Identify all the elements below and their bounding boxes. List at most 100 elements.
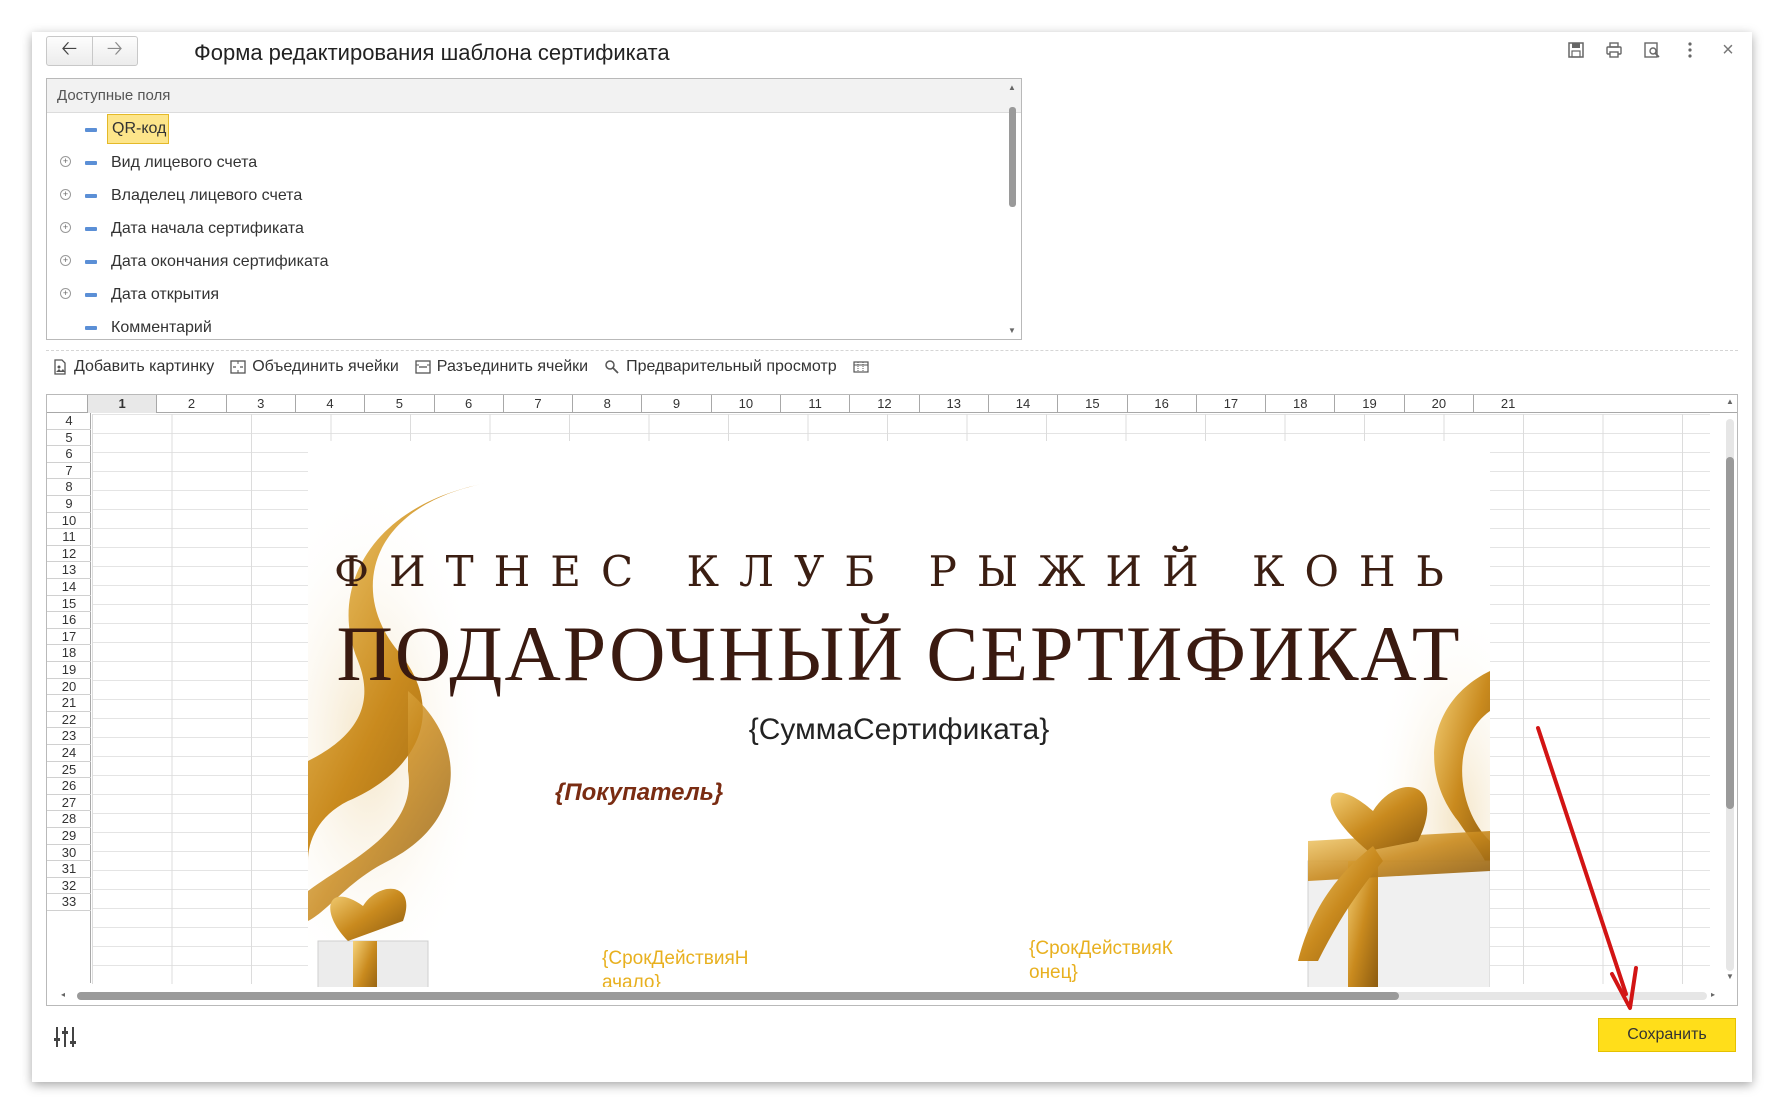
row-header-cell[interactable]: 11 <box>47 529 91 546</box>
fields-scrollbar[interactable]: ▲ ▼ <box>1007 83 1017 335</box>
row-header-cell[interactable]: 8 <box>47 479 91 496</box>
sheet-vertical-scrollbar[interactable]: ▲ ▼ <box>1723 397 1735 981</box>
column-header-cell[interactable]: 1 <box>87 395 157 413</box>
scroll-left-icon[interactable]: ◂ <box>61 990 65 999</box>
close-icon[interactable]: × <box>1718 39 1738 61</box>
row-header-cell[interactable]: 19 <box>47 662 91 679</box>
row-header-cell[interactable]: 28 <box>47 811 91 828</box>
column-header-cell[interactable]: 9 <box>641 395 710 413</box>
column-header-cell[interactable]: 13 <box>918 395 988 413</box>
tree-item[interactable]: + Владелец лицевого счета <box>47 179 1021 212</box>
column-header-cell[interactable]: 3 <box>225 395 295 413</box>
row-header-cell[interactable]: 22 <box>47 712 91 729</box>
section-divider <box>46 350 1738 351</box>
scroll-up-icon[interactable]: ▲ <box>1726 397 1734 406</box>
sheet-horizontal-scrollbar[interactable]: ◂ ▸ <box>61 989 1721 1001</box>
row-header-cell[interactable]: 27 <box>47 795 91 812</box>
scroll-right-icon[interactable]: ▸ <box>1711 990 1715 999</box>
fields-scroll-thumb[interactable] <box>1009 107 1016 207</box>
column-header-cell[interactable]: 6 <box>433 395 503 413</box>
column-header-cell[interactable]: 2 <box>156 395 225 413</box>
column-header-cell[interactable]: 19 <box>1334 395 1403 413</box>
save-button[interactable]: Сохранить <box>1598 1018 1736 1052</box>
add-picture-label: Добавить картинку <box>74 358 215 375</box>
certificate-title: ПОДАРОЧНЫЙ СЕРТИФИКАТ <box>336 610 1462 697</box>
tree-item[interactable]: QR-код <box>47 113 1021 146</box>
column-header-cell[interactable]: 15 <box>1057 395 1126 413</box>
tree-item-label: Комментарий <box>111 319 212 336</box>
expand-plus-icon[interactable]: + <box>60 222 71 233</box>
row-header-cell[interactable]: 25 <box>47 762 91 779</box>
row-header-cell[interactable]: 10 <box>47 513 91 530</box>
column-header-cell[interactable]: 4 <box>294 395 364 413</box>
row-header-cell[interactable]: 32 <box>47 878 91 895</box>
column-header-cell[interactable]: 14 <box>987 395 1057 413</box>
sheet-hscroll-thumb[interactable] <box>77 992 1399 1000</box>
expand-plus-icon[interactable]: + <box>60 156 71 167</box>
add-picture-button[interactable]: Добавить картинку <box>52 358 214 376</box>
row-header-cell[interactable]: 26 <box>47 778 91 795</box>
tree-item[interactable]: + Дата начала сертификата <box>47 212 1021 245</box>
row-header-cell[interactable]: 18 <box>47 645 91 662</box>
row-header-cell[interactable]: 20 <box>47 679 91 696</box>
row-header-cell[interactable]: 5 <box>47 430 91 447</box>
tree-item[interactable]: + Дата открытия <box>47 278 1021 311</box>
column-header-cell[interactable]: 7 <box>502 395 572 413</box>
end-field-line1: {СрокДействияК <box>1029 938 1173 959</box>
column-header-cell[interactable]: 16 <box>1126 395 1196 413</box>
merge-cells-button[interactable]: Объединить ячейки <box>230 358 399 376</box>
row-header-cell[interactable]: 33 <box>47 894 91 911</box>
row-header-cell[interactable]: 14 <box>47 579 91 596</box>
row-header-cell[interactable]: 7 <box>47 463 91 480</box>
scroll-up-icon[interactable]: ▲ <box>1008 83 1016 92</box>
column-header: 1 2 3 4 5 6 7 8 9 10 11 12 13 14 15 16 17 18 19 20 21 <box>47 395 1737 413</box>
window-title: Форма редактирования шаблона сертификата <box>194 40 670 65</box>
row-header-cell[interactable]: 21 <box>47 695 91 712</box>
save-icon[interactable] <box>1566 40 1586 60</box>
column-header-cell[interactable]: 21 <box>1473 395 1542 413</box>
expand-plus-icon[interactable]: + <box>60 189 71 200</box>
expand-plus-icon[interactable]: + <box>60 288 71 299</box>
split-cells-button[interactable]: Разъединить ячейки <box>415 358 588 376</box>
row-header-cell[interactable]: 13 <box>47 562 91 579</box>
column-header-cell[interactable]: 12 <box>849 395 918 413</box>
print-icon[interactable] <box>1604 40 1624 60</box>
sliders-icon[interactable] <box>52 1024 78 1050</box>
row-header-cell[interactable]: 23 <box>47 728 91 745</box>
preview-icon[interactable] <box>1642 40 1662 60</box>
column-header-cell[interactable]: 17 <box>1195 395 1265 413</box>
row-header-cell[interactable]: 29 <box>47 828 91 845</box>
forward-button[interactable]: 🡢 <box>91 37 138 65</box>
row-header-cell[interactable]: 16 <box>47 612 91 629</box>
certificate-image[interactable]: ФИТНЕС КЛУБ РЫЖИЙ КОНЬ ПОДАРОЧНЫЙ СЕРТИФ… <box>308 441 1490 987</box>
template-spreadsheet[interactable]: 1 2 3 4 5 6 7 8 9 10 11 12 13 14 15 16 17 18 19 20 21 456789… <box>46 394 1738 1006</box>
row-header-cell[interactable]: 31 <box>47 861 91 878</box>
tree-item-label: Дата окончания сертификата <box>111 253 329 270</box>
sheet-vscroll-thumb[interactable] <box>1726 457 1734 809</box>
column-header-cell[interactable]: 11 <box>780 395 849 413</box>
preview-button[interactable]: Предварительный просмотр <box>604 358 837 376</box>
column-header-cell[interactable]: 8 <box>572 395 641 413</box>
row-header-cell[interactable]: 30 <box>47 845 91 862</box>
row-header-cell[interactable]: 12 <box>47 546 91 563</box>
table-settings-button[interactable] <box>853 359 869 375</box>
scroll-down-icon[interactable]: ▼ <box>1008 326 1016 335</box>
row-header-cell[interactable]: 6 <box>47 446 91 463</box>
column-header-cell[interactable]: 5 <box>364 395 433 413</box>
row-header-cell[interactable]: 17 <box>47 629 91 646</box>
column-header-cell[interactable]: 20 <box>1403 395 1473 413</box>
row-header-cell[interactable]: 15 <box>47 596 91 613</box>
back-button[interactable]: 🡠 <box>47 37 92 65</box>
column-header-cell[interactable]: 18 <box>1265 395 1334 413</box>
row-header-cell[interactable]: 4 <box>47 413 91 430</box>
row-header-cell[interactable]: 24 <box>47 745 91 762</box>
column-header-cell[interactable]: 10 <box>710 395 780 413</box>
tree-item[interactable]: Комментарий <box>47 311 1021 339</box>
more-icon[interactable] <box>1680 40 1700 60</box>
expand-plus-icon[interactable]: + <box>60 255 71 266</box>
tree-item[interactable]: + Вид лицевого счета <box>47 146 1021 179</box>
tree-item[interactable]: + Дата окончания сертификата <box>47 245 1021 278</box>
row-header-cell[interactable]: 9 <box>47 496 91 513</box>
start-field-line2: ачало} <box>602 972 661 987</box>
scroll-down-icon[interactable]: ▼ <box>1726 972 1734 981</box>
